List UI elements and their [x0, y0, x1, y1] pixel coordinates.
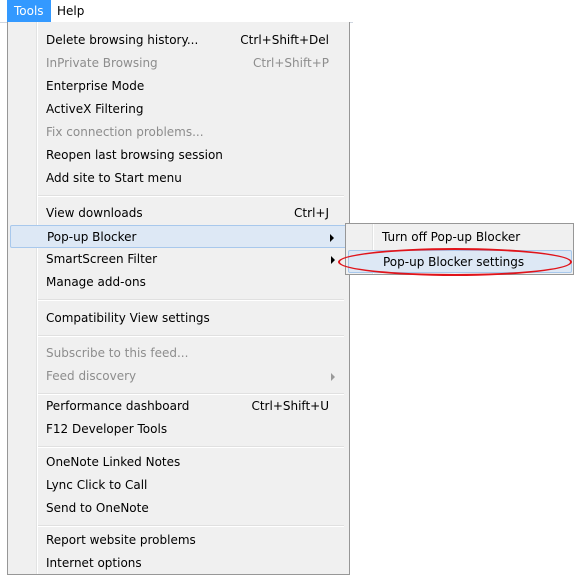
menu-item-label: Pop-up Blocker — [47, 230, 137, 244]
menu-item-label: Reopen last browsing session — [46, 148, 223, 162]
menu-item-manage-add-ons[interactable]: Manage add-ons — [10, 271, 347, 294]
menu-item-activex-filtering[interactable]: ActiveX Filtering — [10, 98, 347, 121]
menu-item-label: Feed discovery — [46, 369, 137, 383]
popup-blocker-submenu: Turn off Pop-up Blocker Pop-up Blocker s… — [345, 223, 574, 275]
menu-item-reopen-last-session[interactable]: Reopen last browsing session — [10, 144, 347, 167]
menu-item-label: Lync Click to Call — [46, 478, 148, 492]
menu-separator — [38, 299, 344, 301]
submenu-arrow-icon — [330, 234, 334, 242]
menu-item-label: Performance dashboard — [46, 399, 190, 413]
menu-item-feed-discovery[interactable]: Feed discovery — [10, 365, 347, 388]
submenu-arrow-icon — [331, 256, 335, 264]
menu-item-inprivate-browsing[interactable]: InPrivate Browsing Ctrl+Shift+P — [10, 52, 347, 75]
menu-item-popup-blocker[interactable]: Pop-up Blocker — [10, 225, 347, 248]
menu-item-subscribe-to-feed[interactable]: Subscribe to this feed... — [10, 342, 347, 365]
menu-tools[interactable]: Tools — [7, 0, 51, 22]
menu-item-add-site-to-start[interactable]: Add site to Start menu — [10, 167, 347, 190]
menu-item-label: View downloads — [46, 206, 143, 220]
menu-item-lync-click-to-call[interactable]: Lync Click to Call — [10, 474, 347, 497]
menu-separator — [38, 525, 344, 527]
menu-separator — [38, 446, 344, 448]
menu-bar: Tools Help — [0, 0, 353, 23]
submenu-item-turn-off-popup-blocker[interactable]: Turn off Pop-up Blocker — [348, 226, 572, 249]
menu-item-view-downloads[interactable]: View downloads Ctrl+J — [10, 202, 347, 225]
menu-item-label: Subscribe to this feed... — [46, 346, 189, 360]
menu-separator — [38, 335, 344, 337]
menu-item-shortcut: Ctrl+Shift+P — [253, 56, 329, 70]
menu-item-label: Internet options — [46, 556, 142, 570]
submenu-item-label: Pop-up Blocker settings — [383, 255, 525, 269]
menu-item-label: SmartScreen Filter — [46, 252, 158, 266]
menu-item-label: F12 Developer Tools — [46, 422, 168, 436]
submenu-arrow-icon — [331, 373, 335, 381]
menu-help[interactable]: Help — [50, 0, 91, 22]
menu-item-internet-options[interactable]: Internet options — [10, 552, 347, 575]
menu-item-label: Enterprise Mode — [46, 79, 145, 93]
menu-item-label: InPrivate Browsing — [46, 56, 158, 70]
menu-item-delete-browsing-history[interactable]: Delete browsing history... Ctrl+Shift+De… — [10, 29, 347, 52]
menu-item-report-website-problems[interactable]: Report website problems — [10, 529, 347, 552]
menu-item-f12-developer-tools[interactable]: F12 Developer Tools — [10, 418, 347, 441]
menu-separator — [38, 195, 344, 197]
menu-item-label: ActiveX Filtering — [46, 102, 144, 116]
menu-item-shortcut: Ctrl+Shift+U — [251, 399, 329, 413]
menu-item-label: Fix connection problems... — [46, 125, 204, 139]
menu-item-label: Send to OneNote — [46, 501, 149, 515]
menu-item-label: Manage add-ons — [46, 275, 146, 289]
submenu-item-label: Turn off Pop-up Blocker — [382, 230, 521, 244]
menu-item-label: Compatibility View settings — [46, 311, 210, 325]
menu-item-shortcut: Ctrl+Shift+Del — [240, 33, 329, 47]
menu-item-onenote-linked-notes[interactable]: OneNote Linked Notes — [10, 451, 347, 474]
menu-item-label: Delete browsing history... — [46, 33, 199, 47]
tools-dropdown-menu: Delete browsing history... Ctrl+Shift+De… — [7, 22, 350, 575]
menu-item-label: OneNote Linked Notes — [46, 455, 181, 469]
menu-item-smartscreen-filter[interactable]: SmartScreen Filter — [10, 248, 347, 271]
menu-item-shortcut: Ctrl+J — [294, 206, 329, 220]
submenu-item-popup-blocker-settings[interactable]: Pop-up Blocker settings — [348, 250, 572, 273]
menu-item-fix-connection-problems[interactable]: Fix connection problems... — [10, 121, 347, 144]
menu-item-label: Report website problems — [46, 533, 196, 547]
menu-item-performance-dashboard[interactable]: Performance dashboard Ctrl+Shift+U — [10, 395, 347, 418]
menu-item-compatibility-view-settings[interactable]: Compatibility View settings — [10, 307, 347, 330]
menu-item-enterprise-mode[interactable]: Enterprise Mode — [10, 75, 347, 98]
menu-item-label: Add site to Start menu — [46, 171, 182, 185]
menu-item-send-to-onenote[interactable]: Send to OneNote — [10, 497, 347, 520]
